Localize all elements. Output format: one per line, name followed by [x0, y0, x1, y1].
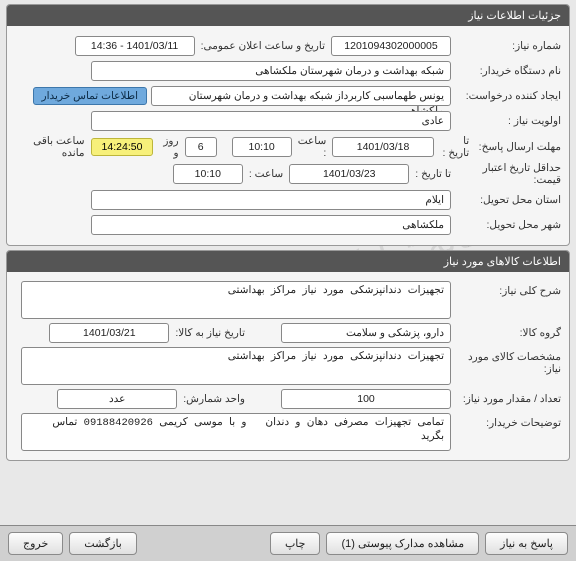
to-time-value-2: 10:10	[173, 164, 243, 184]
buyer-org-label: نام دستگاه خریدار:	[451, 65, 561, 77]
goods-group-value: دارو، پزشکی و سلامت	[281, 323, 451, 343]
need-details-header: جزئیات اطلاعات نیاز	[7, 5, 569, 26]
unit-value: عدد	[57, 389, 177, 409]
response-deadline-label: مهلت ارسال پاسخ:	[469, 141, 561, 153]
announce-datetime-value: 1401/03/11 - 14:36	[75, 36, 195, 56]
goods-spec-value	[21, 347, 451, 385]
days-text: روز و	[153, 135, 184, 159]
print-button[interactable]: چاپ	[270, 532, 321, 555]
back-button[interactable]: بازگشت	[69, 532, 137, 555]
need-number-label: شماره نیاز:	[451, 40, 561, 52]
footer-toolbar: پاسخ به نیاز مشاهده مدارک پیوستی (1) چاپ…	[0, 525, 576, 561]
need-date-label: تاریخ نیاز به کالا:	[169, 327, 251, 339]
delivery-province-value: ایلام	[91, 190, 451, 210]
creator-value: یونس طهماسبی کاربرداز شبکه بهداشت و درما…	[151, 86, 451, 106]
time-label-1: ساعت :	[292, 135, 333, 159]
unit-label: واحد شمارش:	[177, 393, 251, 405]
goods-info-panel: اطلاعات کالاهای مورد نیاز شرح کلی نیاز: …	[6, 250, 570, 461]
to-date-value-2: 1401/03/23	[289, 164, 409, 184]
time-remaining-text: ساعت باقی مانده	[15, 135, 91, 159]
to-date-label-2: تا تاریخ :	[409, 168, 451, 180]
reply-to-need-button[interactable]: پاسخ به نیاز	[485, 532, 568, 555]
buyer-notes-value	[21, 413, 451, 451]
priority-label: اولویت نیاز :	[451, 115, 561, 127]
quantity-label: تعداد / مقدار مورد نیاز:	[451, 393, 561, 405]
need-details-panel: جزئیات اطلاعات نیاز شماره نیاز: 12010943…	[6, 4, 570, 246]
goods-spec-label: مشخصات کالای مورد نیاز:	[451, 347, 561, 375]
delivery-province-label: استان محل تحویل:	[451, 194, 561, 206]
days-remaining-value: 6	[185, 137, 217, 157]
buyer-notes-label: توضیحات خریدار:	[451, 413, 561, 429]
delivery-city-value: ملکشاهی	[91, 215, 451, 235]
goods-info-header: اطلاعات کالاهای مورد نیاز	[7, 251, 569, 272]
exit-button[interactable]: خروج	[8, 532, 63, 555]
creator-label: ایجاد کننده درخواست:	[451, 90, 561, 102]
price-validity-label: حداقل تاریخ اعتبار قیمت:	[451, 162, 561, 186]
general-desc-value	[21, 281, 451, 319]
to-date-label-1: تا تاریخ :	[434, 135, 470, 159]
priority-value: عادی	[91, 111, 451, 131]
quantity-value: 100	[281, 389, 451, 409]
need-number-value: 1201094302000005	[331, 36, 451, 56]
buyer-contact-button[interactable]: اطلاعات تماس خریدار	[33, 87, 147, 105]
to-time-value-1: 10:10	[232, 137, 292, 157]
delivery-city-label: شهر محل تحویل:	[451, 219, 561, 231]
time-label-2: ساعت :	[243, 168, 289, 180]
announce-datetime-label: تاریخ و ساعت اعلان عمومی:	[195, 40, 331, 52]
buyer-org-value: شبکه بهداشت و درمان شهرستان ملکشاهی	[91, 61, 451, 81]
goods-group-label: گروه کالا:	[451, 327, 561, 339]
to-date-value-1: 1401/03/18	[332, 137, 433, 157]
need-date-value: 1401/03/21	[49, 323, 169, 343]
view-attachments-button[interactable]: مشاهده مدارک پیوستی (1)	[326, 532, 479, 555]
general-desc-label: شرح کلی نیاز:	[451, 281, 561, 297]
time-remaining-chip: 14:24:50	[91, 138, 154, 156]
